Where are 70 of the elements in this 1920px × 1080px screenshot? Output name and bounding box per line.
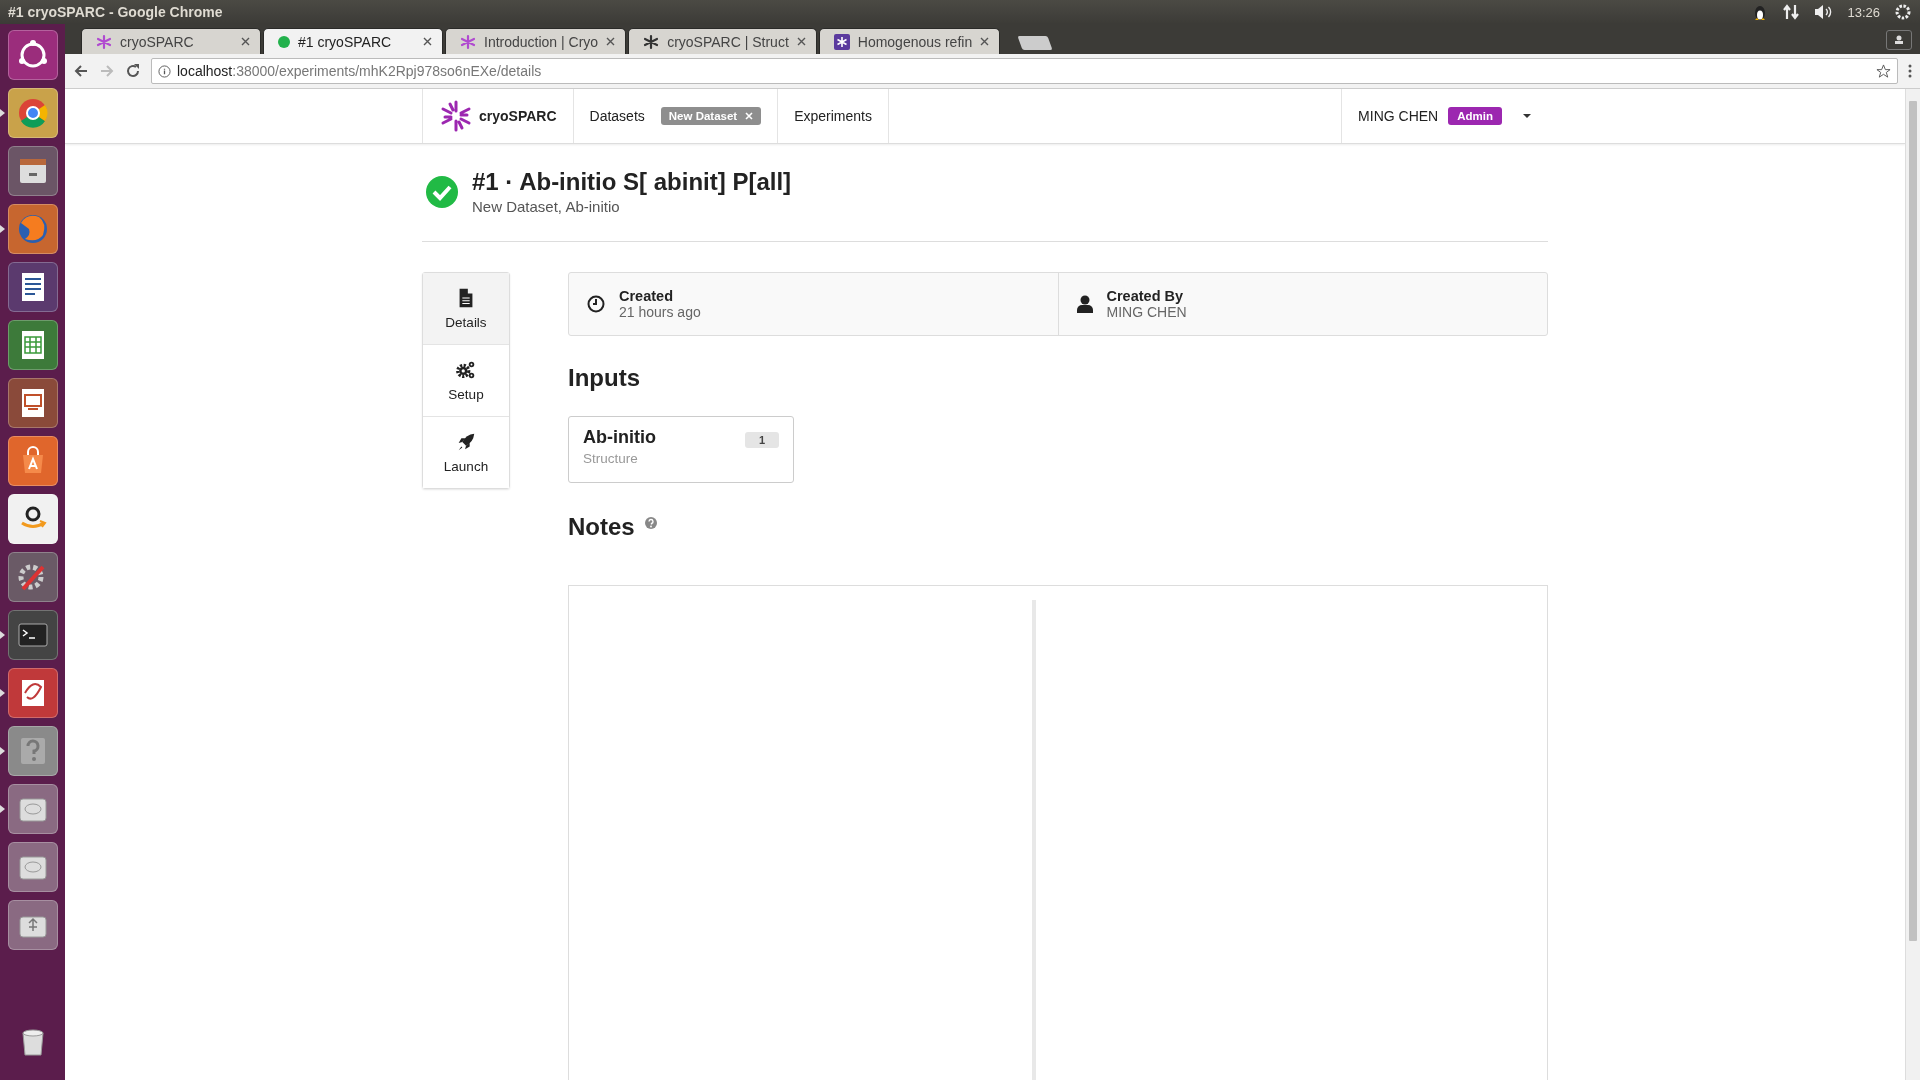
snowflake-icon — [833, 33, 850, 50]
check-circle-icon — [426, 175, 458, 208]
browser-icon[interactable] — [7, 88, 58, 138]
info-label: Created By — [1106, 288, 1185, 304]
new-tab-button[interactable] — [1017, 36, 1053, 50]
info-value: MING CHEN — [1106, 304, 1187, 320]
terminal-icon[interactable] — [7, 610, 58, 660]
side-tab[interactable]: Setup — [423, 345, 509, 417]
slides-icon[interactable] — [7, 378, 58, 428]
snowflake-icon — [643, 33, 660, 50]
disk-drive-icon[interactable] — [7, 784, 58, 834]
section-heading: Notes — [568, 513, 635, 541]
bookmark-star-icon[interactable] — [1876, 63, 1891, 79]
power-gear-icon[interactable] — [1894, 3, 1912, 21]
snowflake-logo-icon[interactable] — [439, 99, 473, 133]
back-arrow-icon[interactable] — [73, 63, 89, 79]
window-title: #1 cryoSPARC - Google Chrome — [8, 4, 223, 20]
question-mark-icon[interactable] — [7, 726, 58, 776]
disk-drive-icon[interactable] — [7, 842, 58, 892]
close-icon[interactable] — [980, 37, 990, 46]
person-icon — [1076, 295, 1093, 313]
menu-icon[interactable] — [1908, 64, 1912, 78]
info-label: Created — [619, 288, 674, 304]
status-dot-icon — [278, 35, 290, 48]
browser-tab[interactable]: Introduction | Cryo — [445, 28, 627, 54]
user-name[interactable]: MING CHEN — [1358, 108, 1439, 124]
snowflake-icon — [460, 33, 476, 50]
person-icon[interactable] — [1894, 35, 1904, 45]
nav-link[interactable]: Experiments — [794, 108, 872, 124]
close-icon[interactable] — [606, 37, 616, 46]
shopping-bag-icon[interactable] — [7, 436, 58, 486]
snowflake-icon — [96, 33, 112, 50]
scrollbar[interactable] — [1905, 89, 1920, 1080]
job-title: #1 · Ab-initio S[ abinit] P[all] — [472, 168, 792, 196]
gears-icon — [455, 359, 477, 381]
reload-icon[interactable] — [125, 63, 141, 79]
browser-tab[interactable]: #1 cryoSPARC — [263, 28, 443, 54]
spreadsheet-icon[interactable] — [7, 320, 58, 370]
nav-link[interactable]: Datasets — [589, 108, 645, 124]
brand-name[interactable]: cryoSPARC — [479, 108, 557, 124]
browser-tab[interactable]: cryoSPARC | Struct — [628, 28, 817, 54]
browser-tab[interactable]: Homogenous refin — [818, 28, 1001, 54]
browser-tab[interactable]: cryoSPARC — [81, 28, 261, 54]
speaker-icon[interactable] — [1813, 4, 1834, 20]
clock-icon — [587, 295, 605, 313]
job-subtitle: New Dataset, Ab-initio — [472, 198, 621, 215]
side-tab[interactable]: Launch — [423, 417, 509, 488]
close-icon[interactable] — [796, 37, 806, 46]
input-card[interactable]: Ab-initio Structure 1 — [568, 416, 794, 483]
close-icon[interactable] — [241, 37, 250, 46]
role-badge: Admin — [1448, 107, 1502, 125]
drawer-icon[interactable] — [7, 146, 58, 196]
network-arrows-icon[interactable] — [1783, 3, 1800, 21]
side-tab[interactable]: Details — [423, 273, 509, 345]
info-icon[interactable] — [158, 64, 171, 78]
clock-time[interactable]: 13:26 — [1847, 4, 1880, 20]
document-viewer-icon[interactable] — [7, 668, 58, 718]
info-value: 21 hours ago — [619, 304, 701, 320]
section-heading: Inputs — [568, 364, 641, 392]
usb-drive-icon[interactable] — [7, 900, 58, 950]
input-type: Structure — [583, 451, 639, 466]
close-icon[interactable] — [423, 37, 432, 46]
help-icon[interactable] — [644, 517, 657, 529]
address-field[interactable]: localhost:38000/experiments/mhK2Rpj978so6nEXe/details — [151, 58, 1898, 84]
count-badge: 1 — [744, 432, 779, 448]
input-title: Ab-initio — [583, 427, 656, 448]
caret-icon[interactable] — [1522, 113, 1532, 119]
circle-of-friends-icon[interactable] — [7, 30, 58, 80]
profile-button[interactable] — [1886, 30, 1912, 50]
document-icon[interactable] — [7, 262, 58, 312]
